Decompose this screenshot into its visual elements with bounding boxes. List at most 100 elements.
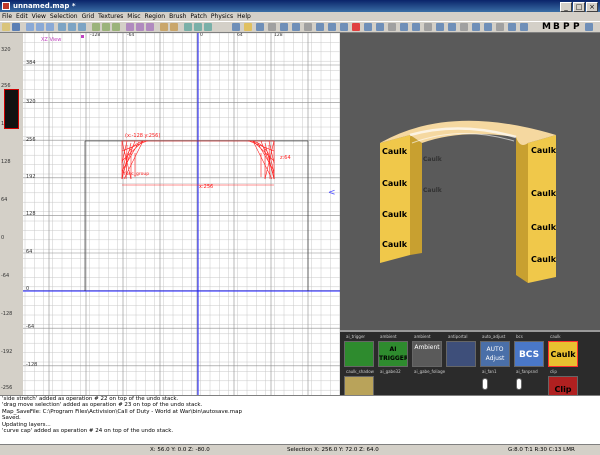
menu-help[interactable]: Help <box>235 12 253 21</box>
texture-tile-white[interactable] <box>516 378 522 390</box>
csg-subtract-icon[interactable] <box>126 23 134 31</box>
cubic-clip-icon[interactable] <box>204 23 212 31</box>
texture-name: ai_gabe32 <box>380 369 401 374</box>
light-icon[interactable] <box>244 23 252 31</box>
grid-icon[interactable] <box>508 23 516 31</box>
brush-icon[interactable] <box>268 23 276 31</box>
select-icon[interactable] <box>340 23 348 31</box>
weld-icon[interactable] <box>316 23 324 31</box>
patch-icon[interactable] <box>256 23 264 31</box>
grid-canvas[interactable] <box>23 33 340 395</box>
curve-icon[interactable] <box>388 23 396 31</box>
camera-move-icon[interactable] <box>232 23 240 31</box>
grid-view[interactable]: XZ View (x:-128 y:256) x:256 z:64 func_g… <box>23 33 340 395</box>
menu-grid[interactable]: Grid <box>80 12 97 21</box>
toolbar-p-button[interactable]: P <box>563 22 570 33</box>
window-controls: _ □ × <box>559 1 598 12</box>
x-label: 0 <box>200 33 203 38</box>
tools-icon[interactable] <box>585 23 593 31</box>
drill-icon[interactable] <box>328 23 336 31</box>
flip-y-icon[interactable] <box>36 23 44 31</box>
texture-tile-caulk-shadow[interactable] <box>344 376 374 397</box>
filter-icon[interactable] <box>364 23 372 31</box>
texture-tile-auto-adjust[interactable]: AUTO Adjust <box>480 341 510 367</box>
save-icon[interactable] <box>12 23 20 31</box>
texture-tile-white[interactable] <box>482 378 488 390</box>
rotate-y-icon[interactable] <box>68 23 76 31</box>
texture-icon[interactable] <box>412 23 420 31</box>
texture-tile-antiportal[interactable] <box>446 341 476 367</box>
scale-icon[interactable] <box>472 23 480 31</box>
app-icon <box>2 2 10 10</box>
texture-lock-icon[interactable] <box>170 23 178 31</box>
toolbar-b-button[interactable]: B <box>553 22 560 33</box>
caulk-side-label: Caulk <box>423 156 442 163</box>
clipper-icon[interactable] <box>160 23 168 31</box>
entity-icon[interactable] <box>376 23 384 31</box>
change-view-icon[interactable] <box>184 23 192 31</box>
texture-tile-ai-trigger-label[interactable]: AI TRIGGER <box>378 341 408 367</box>
menu-misc[interactable]: Misc <box>125 12 142 21</box>
texture-name: caulk <box>550 334 561 339</box>
select-touching-icon[interactable] <box>102 23 110 31</box>
texture-name: ai_trigger <box>346 334 366 339</box>
z-label: 0 <box>1 235 5 241</box>
select-inside-icon[interactable] <box>112 23 120 31</box>
z-brush-box[interactable] <box>4 89 19 129</box>
flip-x-icon[interactable] <box>26 23 34 31</box>
snap-icon[interactable] <box>496 23 504 31</box>
width-label: x:256 <box>199 184 214 190</box>
menu-textures[interactable]: Textures <box>96 12 125 21</box>
rotate-x-icon[interactable] <box>58 23 66 31</box>
csg-merge-icon[interactable] <box>136 23 144 31</box>
minimize-button[interactable]: _ <box>560 2 572 12</box>
bend-icon[interactable] <box>280 23 288 31</box>
stop-icon[interactable] <box>352 23 360 31</box>
rotate-z-icon[interactable] <box>78 23 86 31</box>
edge-icon[interactable] <box>448 23 456 31</box>
surface-icon[interactable] <box>424 23 432 31</box>
x-label: 128 <box>274 33 283 38</box>
region-icon[interactable] <box>400 23 408 31</box>
toolbar-p2-button[interactable]: P <box>573 22 580 33</box>
x-label: 64 <box>237 33 243 38</box>
flip-z-icon[interactable] <box>46 23 54 31</box>
z-view[interactable]: 320 256 192 128 64 0 -64 -128 -192 -256 <box>0 33 24 395</box>
texture-tile-bcs[interactable]: BCS <box>514 341 544 367</box>
close-button[interactable]: × <box>586 2 598 12</box>
thicken-icon[interactable] <box>292 23 300 31</box>
texture-tile-clip[interactable]: Clip <box>548 376 578 397</box>
camera-view[interactable]: Caulk Caulk Caulk Caulk Caulk Caulk Caul… <box>340 33 600 330</box>
texture-name: ambient <box>380 334 397 339</box>
y-label: 256 <box>26 137 36 143</box>
texture-label: BCS <box>518 350 540 360</box>
hollow-icon[interactable] <box>146 23 154 31</box>
menu-region[interactable]: Region <box>143 12 168 21</box>
menu-selection[interactable]: Selection <box>48 12 80 21</box>
vertex-icon[interactable] <box>436 23 444 31</box>
move-icon[interactable] <box>484 23 492 31</box>
menu-view[interactable]: View <box>30 12 48 21</box>
camera-icon[interactable] <box>194 23 202 31</box>
x-label: -64 <box>127 33 135 38</box>
menu-edit[interactable]: Edit <box>14 12 30 21</box>
texture-name: antiportal <box>448 334 468 339</box>
menu-physics[interactable]: Physics <box>209 12 235 21</box>
cap-icon[interactable] <box>304 23 312 31</box>
texture-tile-caulk[interactable]: Caulk <box>548 341 578 367</box>
texture-tile-ambient[interactable]: Ambient <box>412 341 442 367</box>
select-complete-icon[interactable] <box>92 23 100 31</box>
maximize-button[interactable]: □ <box>573 2 585 12</box>
face-icon[interactable] <box>460 23 468 31</box>
caulk-label: Caulk <box>382 240 408 249</box>
layers-icon[interactable] <box>520 23 528 31</box>
open-icon[interactable] <box>2 23 10 31</box>
menu-brush[interactable]: Brush <box>167 12 188 21</box>
menu-patch[interactable]: Patch <box>188 12 208 21</box>
toolbar-m-button[interactable]: M <box>542 22 551 33</box>
texture-tile-ai-trigger[interactable] <box>344 341 374 367</box>
menu-file[interactable]: File <box>0 12 14 21</box>
texture-browser[interactable]: ai_trigger ambient AI TRIGGER ambient Amb… <box>340 330 600 397</box>
camera-canvas[interactable] <box>340 33 600 330</box>
window-title: unnamed.map * <box>13 2 76 10</box>
